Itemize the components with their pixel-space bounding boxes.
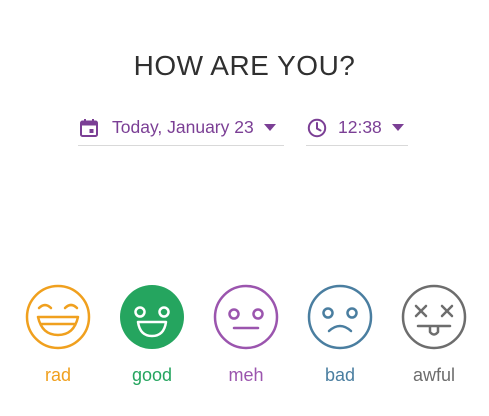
mood-entry-screen: HOW ARE YOU? Today, January 23 12:38 rad… [0, 0, 489, 416]
mood-label-good: good [131, 365, 173, 385]
mood-label-awful: awful [412, 365, 456, 385]
page-title: HOW ARE YOU? [133, 50, 356, 81]
chevron-down-icon [263, 123, 276, 132]
mood-label-bad: bad [324, 365, 356, 385]
mood-label-rad: rad [44, 365, 71, 385]
time-label: 12:38 [338, 117, 382, 137]
meh-face-icon [213, 284, 279, 350]
time-picker[interactable]: 12:38 [306, 110, 408, 146]
mood-option-bad[interactable]: bad [298, 283, 382, 386]
mood-option-awful[interactable]: awful [392, 283, 476, 386]
bad-face-icon [307, 284, 373, 350]
date-picker[interactable]: Today, January 23 [78, 110, 284, 146]
chevron-down-icon [391, 123, 404, 132]
good-face-icon [120, 285, 184, 349]
clock-icon [306, 117, 328, 139]
mood-option-meh[interactable]: meh [204, 283, 288, 386]
mood-label-meh: meh [228, 365, 264, 385]
mood-option-good[interactable]: good [110, 283, 194, 386]
calendar-icon [78, 117, 100, 139]
rad-face-icon [25, 284, 91, 350]
mood-selector: rad good meh bad awful [0, 283, 489, 393]
mood-option-rad[interactable]: rad [16, 283, 100, 386]
date-label: Today, January 23 [112, 117, 254, 137]
awful-face-icon [401, 284, 467, 350]
